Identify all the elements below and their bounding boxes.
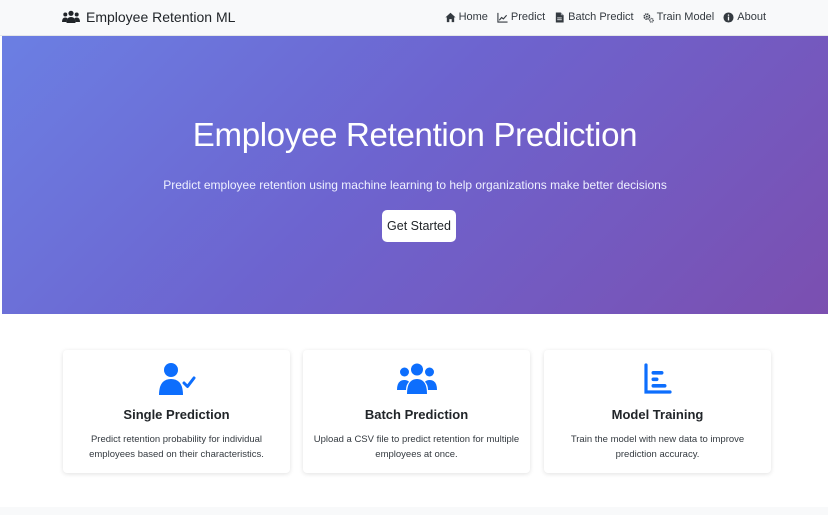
nav-link-train-model[interactable]: Train Model xyxy=(643,11,715,23)
chart-line-icon xyxy=(497,12,508,23)
nav-link-predict[interactable]: Predict xyxy=(497,11,545,23)
feature-card-model-training: Model Training Train the model with new … xyxy=(544,350,771,473)
navbar: Employee Retention ML Home Predict Batch… xyxy=(0,0,828,36)
feature-description: Upload a CSV file to predict retention f… xyxy=(313,434,520,460)
nav-link-label: Batch Predict xyxy=(568,11,634,23)
feature-card-single-prediction: Single Prediction Predict retention prob… xyxy=(63,350,290,473)
chart-bar-icon xyxy=(643,363,672,394)
nav-links: Home Predict Batch Predict Train Model A… xyxy=(445,11,766,23)
feature-description: Predict retention probability for indivi… xyxy=(89,434,264,460)
info-icon xyxy=(723,11,734,23)
brand[interactable]: Employee Retention ML xyxy=(62,9,235,25)
feature-title: Model Training xyxy=(611,407,704,422)
nav-link-label: Predict xyxy=(510,11,546,23)
get-started-button[interactable]: Get Started xyxy=(382,210,456,242)
users-icon xyxy=(62,10,80,23)
user-check-icon xyxy=(158,363,195,395)
feature-description: Train the model with new data to improve… xyxy=(570,434,745,460)
nav-link-label: Home xyxy=(458,11,488,23)
nav-link-home[interactable]: Home xyxy=(445,11,488,23)
hero-banner: Employee Retention Prediction Predict em… xyxy=(2,36,828,314)
nav-link-about[interactable]: About xyxy=(723,11,766,23)
footer-strip xyxy=(0,507,828,515)
file-icon xyxy=(555,11,564,23)
hero-subtitle: Predict employee retention using machine… xyxy=(163,178,667,192)
nav-link-label: About xyxy=(737,11,766,23)
home-icon xyxy=(445,12,456,22)
nav-link-batch-predict[interactable]: Batch Predict xyxy=(554,11,634,23)
feature-title: Single Prediction xyxy=(123,407,230,422)
cogs-icon xyxy=(643,12,654,23)
nav-link-label: Train Model xyxy=(656,11,715,23)
brand-name: Employee Retention ML xyxy=(86,9,236,25)
users-icon xyxy=(396,363,437,394)
hero-title: Employee Retention Prediction xyxy=(192,116,638,153)
feature-title: Batch Prediction xyxy=(364,407,469,422)
feature-card-batch-prediction: Batch Prediction Upload a CSV file to pr… xyxy=(303,350,530,473)
